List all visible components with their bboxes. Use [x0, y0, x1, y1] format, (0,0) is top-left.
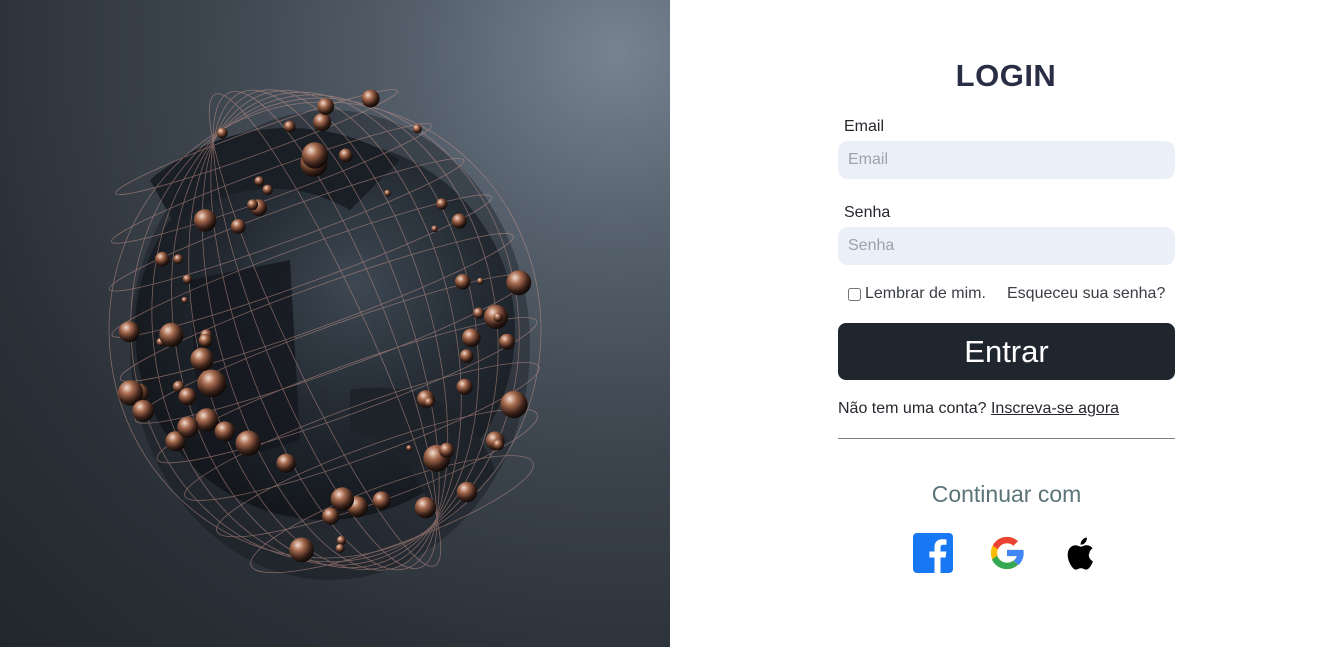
continue-with-label: Continuar com [931, 481, 1082, 507]
hero-image [0, 0, 670, 647]
decorative-sphere [132, 399, 155, 422]
remember-me: Lembrar de mim. [848, 285, 986, 303]
decorative-sphere [247, 199, 259, 211]
decorative-sphere [493, 312, 503, 323]
decorative-sphere [439, 442, 455, 458]
decorative-sphere [198, 369, 227, 398]
decorative-sphere [216, 127, 228, 139]
decorative-sphere [177, 416, 199, 438]
decorative-sphere [289, 537, 314, 563]
decorative-sphere [338, 148, 353, 163]
decorative-sphere [424, 397, 435, 408]
decorative-sphere [254, 176, 265, 187]
decorative-sphere [473, 307, 485, 319]
decorative-sphere [317, 98, 335, 115]
decorative-sphere [178, 387, 197, 406]
remember-checkbox[interactable] [848, 287, 861, 301]
remember-label[interactable]: Lembrar de mim. [865, 285, 986, 303]
email-label: Email [844, 118, 885, 135]
decorative-sphere [182, 274, 193, 284]
decorative-sphere [198, 333, 213, 348]
decorative-sphere [454, 274, 471, 290]
decorative-sphere [181, 296, 188, 304]
password-label: Senha [844, 204, 891, 221]
decorative-sphere [414, 496, 437, 519]
decorative-sphere [313, 113, 332, 132]
submit-button[interactable]: Entrar [838, 323, 1175, 380]
decorative-sphere [406, 445, 413, 452]
decorative-sphere [492, 439, 504, 451]
decorative-sphere [412, 124, 422, 134]
apple-icon[interactable] [1060, 532, 1102, 574]
decorative-sphere [214, 421, 236, 442]
decorative-sphere [301, 142, 329, 169]
decorative-sphere [431, 225, 438, 233]
decorative-sphere [456, 481, 478, 503]
signup-prompt: Não tem uma conta? Inscreva-se agora [838, 400, 1119, 418]
password-input[interactable] [838, 227, 1175, 265]
decorative-sphere [506, 270, 532, 296]
signup-text: Não tem uma conta? [838, 400, 987, 417]
signup-link[interactable]: Inscreva-se agora [991, 400, 1119, 417]
decorative-sphere [276, 453, 296, 473]
decorative-sphere [451, 213, 467, 229]
google-icon[interactable] [986, 532, 1028, 574]
decorative-sphere [361, 89, 380, 108]
email-input[interactable] [838, 141, 1175, 179]
decorative-sphere [461, 328, 481, 348]
decorative-sphere [283, 120, 296, 133]
decorative-sphere [193, 209, 217, 232]
decorative-sphere [195, 408, 219, 432]
decorative-sphere [230, 219, 246, 234]
decorative-sphere [500, 390, 528, 419]
decorative-sphere [330, 487, 355, 511]
decorative-sphere [322, 507, 340, 525]
decorative-sphere [118, 321, 140, 343]
decorative-sphere [159, 322, 184, 348]
decorative-sphere [456, 378, 473, 395]
decorative-sphere [384, 189, 391, 197]
decorative-sphere [372, 491, 391, 510]
decorative-sphere [155, 251, 170, 267]
decorative-sphere [173, 254, 184, 265]
decorative-sphere [336, 535, 347, 546]
decorative-sphere [499, 333, 515, 350]
forgot-password-link[interactable]: Esqueceu sua senha? [1007, 285, 1165, 303]
decorative-sphere [436, 198, 448, 210]
decorative-sphere [335, 543, 345, 553]
facebook-icon[interactable] [912, 532, 954, 574]
decorative-sphere [235, 430, 261, 456]
login-title: LOGIN [955, 58, 1057, 93]
decorative-sphere [459, 349, 474, 363]
divider [838, 438, 1175, 439]
decorative-sphere [262, 184, 273, 195]
decorative-sphere [190, 347, 214, 371]
login-panel: LOGIN Email Senha Lembrar de mim. Esquec… [670, 0, 1342, 647]
decorative-sphere [476, 277, 484, 285]
